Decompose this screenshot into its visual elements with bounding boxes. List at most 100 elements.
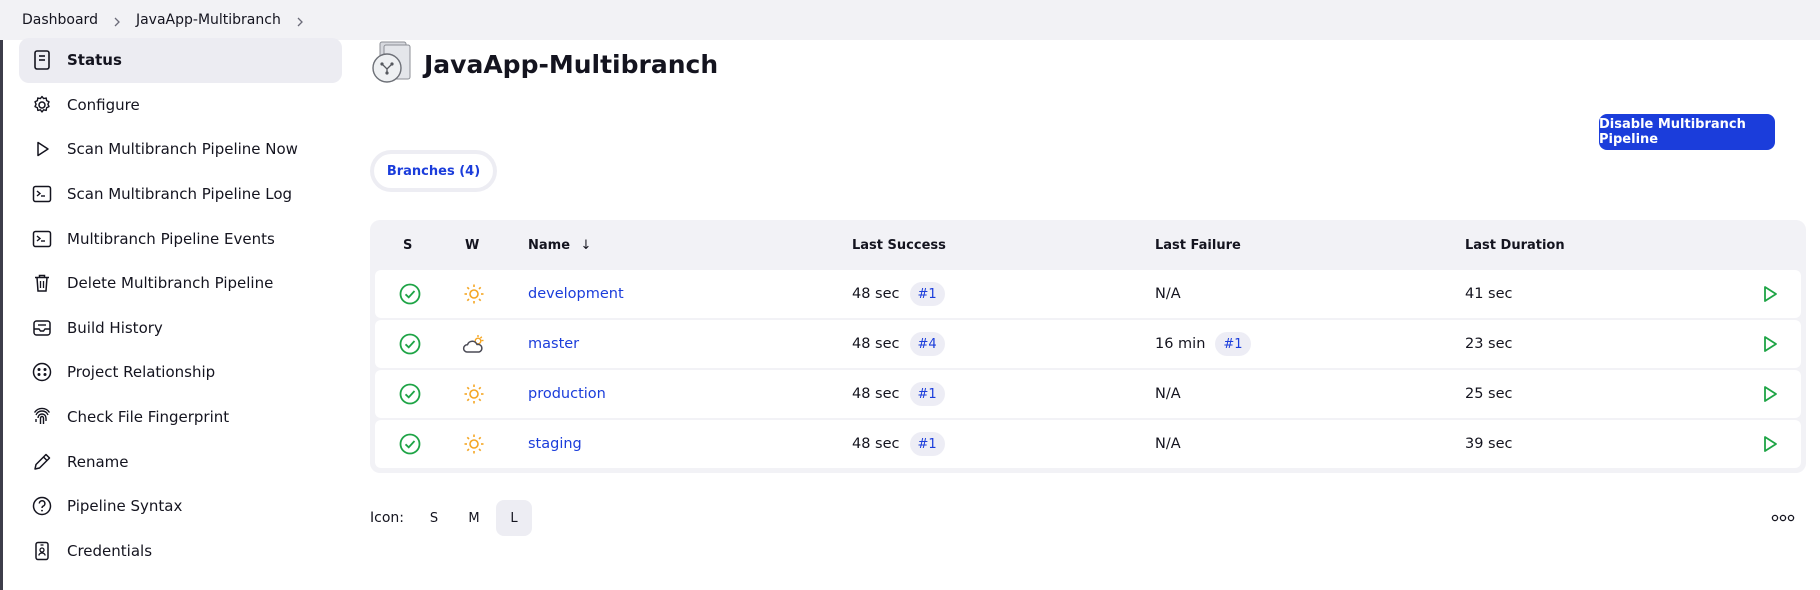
header-last-failure[interactable]: Last Failure — [1155, 238, 1241, 253]
last-failure-time: 16 min — [1155, 336, 1206, 352]
disable-multibranch-button[interactable]: Disable Multibranch Pipeline — [1599, 114, 1775, 150]
success-check-icon — [399, 420, 421, 468]
weather-sunny-icon — [463, 420, 485, 468]
success-build-link[interactable]: #1 — [909, 282, 945, 306]
weather-cloudy-icon — [462, 320, 486, 368]
breadcrumb-project[interactable]: JavaApp-Multibranch — [134, 12, 283, 28]
sidebar-item-label: Project Relationship — [67, 363, 216, 382]
icon-size-large-button[interactable]: L — [495, 500, 532, 536]
sidebar-item-events[interactable]: Multibranch Pipeline Events — [19, 216, 342, 261]
last-failure-time: N/A — [1155, 386, 1181, 402]
breadcrumb-dashboard[interactable]: Dashboard — [20, 12, 100, 28]
header-last-duration[interactable]: Last Duration — [1465, 238, 1565, 253]
success-build-link[interactable]: #1 — [909, 382, 945, 406]
relationship-icon — [31, 361, 53, 383]
sidebar-item-scan-now[interactable]: Scan Multibranch Pipeline Now — [19, 127, 342, 172]
chevron-right-icon[interactable] — [295, 15, 305, 27]
header-last-success[interactable]: Last Success — [852, 238, 946, 253]
success-build-link[interactable]: #1 — [909, 432, 945, 456]
chevron-right-icon — [112, 15, 122, 27]
sidebar-item-label: Pipeline Syntax — [67, 497, 183, 516]
play-icon — [31, 138, 53, 160]
sidebar-item-label: Multibranch Pipeline Events — [67, 229, 275, 248]
table-header: S W Name ↓ Last Success Last Failure Las… — [375, 220, 1801, 270]
sidebar-item-label: Scan Multibranch Pipeline Log — [67, 185, 293, 204]
sidebar-item-build-history[interactable]: Build History — [19, 306, 342, 351]
trash-icon — [31, 272, 53, 294]
tab-bar: Branches (4) — [370, 150, 497, 192]
header-name[interactable]: Name ↓ — [528, 238, 591, 253]
last-success-cell: 48 sec #1 — [852, 420, 945, 468]
sidebar-item-label: Check File Fingerprint — [67, 408, 230, 427]
last-failure-cell: 16 min #1 — [1155, 320, 1251, 368]
sidebar-item-credentials[interactable]: Credentials — [19, 529, 342, 574]
tab-branches[interactable]: Branches (4) — [374, 154, 493, 188]
last-duration: 23 sec — [1465, 336, 1513, 352]
sidebar-item-scan-log[interactable]: Scan Multibranch Pipeline Log — [19, 172, 342, 217]
icon-size-small-button[interactable]: S — [416, 500, 452, 536]
success-build-link[interactable]: #4 — [909, 332, 945, 356]
last-success-cell: 48 sec #1 — [852, 370, 945, 418]
icon-size-label: Icon: — [370, 510, 404, 526]
header-weather[interactable]: W — [465, 238, 479, 253]
page-header: JavaApp-Multibranch — [370, 40, 718, 88]
sidebar-item-rename[interactable]: Rename — [19, 439, 342, 484]
table-row: production 48 sec #1 N/A 25 sec — [375, 370, 1801, 418]
branches-table: S W Name ↓ Last Success Last Failure Las… — [370, 220, 1806, 473]
last-failure-time: N/A — [1155, 286, 1181, 302]
run-build-play-icon[interactable] — [1760, 420, 1780, 468]
breadcrumb: Dashboard JavaApp-Multibranch — [0, 0, 1820, 40]
gear-icon — [31, 94, 53, 116]
table-row: master 48 sec #4 16 min #1 23 sec — [375, 320, 1801, 368]
header-name-label: Name — [528, 237, 571, 253]
last-duration: 25 sec — [1465, 386, 1513, 402]
sidebar-item-configure[interactable]: Configure — [19, 83, 342, 128]
success-check-icon — [399, 370, 421, 418]
failure-build-link[interactable]: #1 — [1215, 332, 1251, 356]
weather-sunny-icon — [463, 370, 485, 418]
pencil-icon — [31, 451, 53, 473]
sidebar-item-project-relationship[interactable]: Project Relationship — [19, 350, 342, 395]
last-failure-time: N/A — [1155, 436, 1181, 452]
sidebar-item-label: Status — [67, 51, 122, 70]
last-success-time: 48 sec — [852, 386, 900, 402]
page-title: JavaApp-Multibranch — [424, 49, 719, 79]
terminal-icon — [31, 183, 53, 205]
sidebar: Status Configure Scan Multibranch Pipeli… — [19, 38, 342, 573]
status-document-icon — [31, 49, 53, 71]
success-check-icon — [399, 320, 421, 368]
last-failure-cell: N/A — [1155, 420, 1181, 468]
inbox-icon — [31, 317, 53, 339]
sidebar-item-label: Delete Multibranch Pipeline — [67, 274, 274, 293]
icon-size-medium-button[interactable]: M — [456, 500, 492, 536]
branch-link[interactable]: master — [528, 320, 579, 368]
sidebar-item-status[interactable]: Status — [19, 38, 342, 83]
sidebar-item-label: Build History — [67, 318, 163, 337]
branch-link[interactable]: development — [528, 270, 624, 318]
help-circle-icon — [31, 495, 53, 517]
last-failure-cell: N/A — [1155, 270, 1181, 318]
last-failure-cell: N/A — [1155, 370, 1181, 418]
last-success-time: 48 sec — [852, 336, 900, 352]
sidebar-item-label: Scan Multibranch Pipeline Now — [67, 140, 298, 159]
table-row: staging 48 sec #1 N/A 39 sec — [375, 420, 1801, 468]
sidebar-item-label: Credentials — [67, 541, 153, 560]
run-build-play-icon[interactable] — [1760, 320, 1780, 368]
window-edge — [0, 40, 3, 590]
last-success-time: 48 sec — [852, 436, 900, 452]
sidebar-item-pipeline-syntax[interactable]: Pipeline Syntax — [19, 484, 342, 529]
last-success-cell: 48 sec #4 — [852, 320, 945, 368]
branch-link[interactable]: production — [528, 370, 606, 418]
sort-arrow-icon: ↓ — [580, 237, 592, 253]
more-options-icon[interactable] — [1770, 506, 1796, 530]
sidebar-item-delete[interactable]: Delete Multibranch Pipeline — [19, 261, 342, 306]
weather-sunny-icon — [463, 270, 485, 318]
run-build-play-icon[interactable] — [1760, 270, 1780, 318]
sidebar-item-label: Configure — [67, 95, 140, 114]
last-duration: 39 sec — [1465, 436, 1513, 452]
sidebar-item-fingerprint[interactable]: Check File Fingerprint — [19, 395, 342, 440]
header-status[interactable]: S — [403, 238, 412, 253]
branch-link[interactable]: staging — [528, 420, 582, 468]
fingerprint-icon — [31, 406, 53, 428]
run-build-play-icon[interactable] — [1760, 370, 1780, 418]
